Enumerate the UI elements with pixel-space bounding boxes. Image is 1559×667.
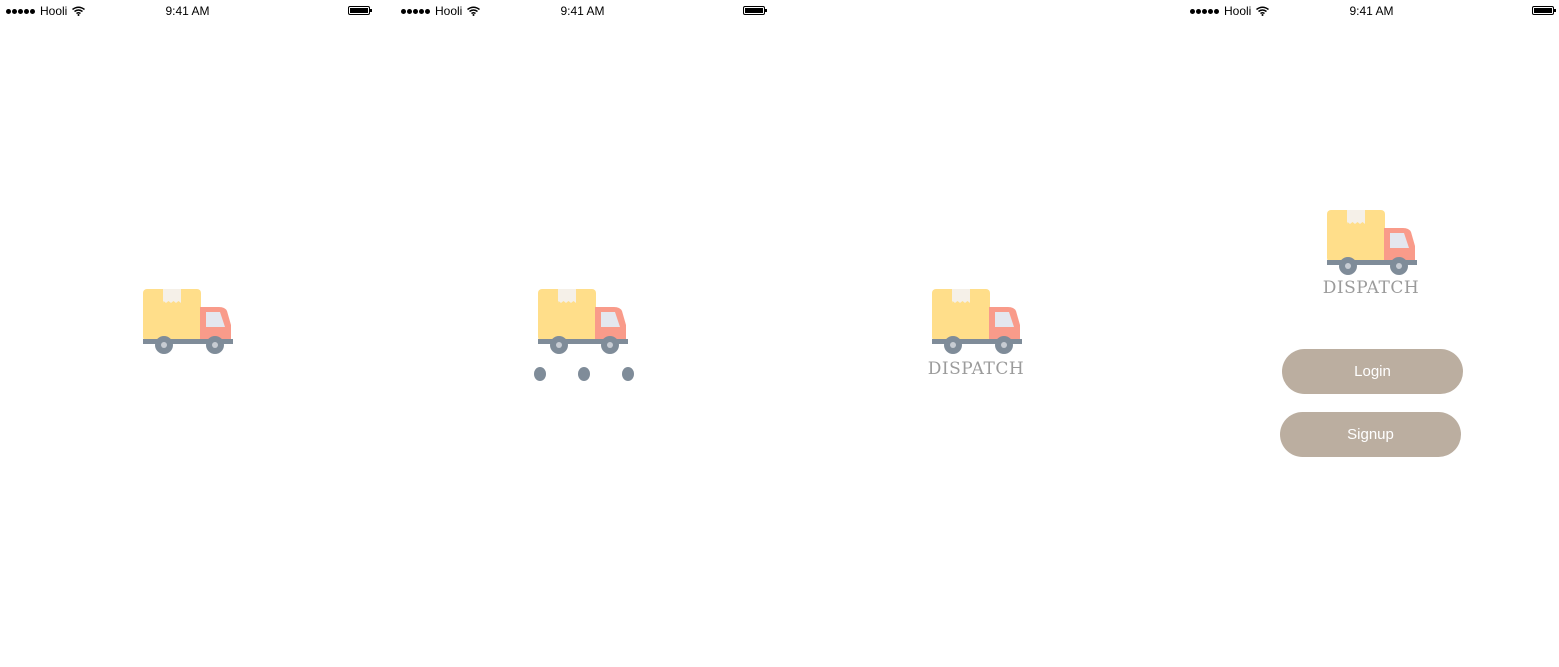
delivery-truck-icon bbox=[932, 289, 1022, 354]
status-bar: Hooli 9:41 AM bbox=[1184, 0, 1559, 22]
loading-dots-icon bbox=[534, 367, 634, 381]
delivery-truck-icon bbox=[1327, 210, 1417, 275]
login-button[interactable]: Login bbox=[1282, 349, 1463, 394]
brand-name: DISPATCH bbox=[927, 359, 1025, 379]
status-time: 9:41 AM bbox=[1349, 4, 1394, 18]
status-bar: Hooli 9:41 AM bbox=[395, 0, 770, 22]
status-bar: Hooli 9:41 AM bbox=[0, 0, 375, 22]
battery-icon bbox=[348, 6, 372, 15]
brand-name: DISPATCH bbox=[1322, 278, 1420, 298]
battery-icon bbox=[743, 6, 767, 15]
delivery-truck-icon bbox=[538, 289, 628, 354]
status-time: 9:41 AM bbox=[165, 4, 210, 18]
splash-screen-2: Hooli 9:41 AM bbox=[395, 0, 770, 667]
splash-screen-3: DISPATCH bbox=[790, 0, 1165, 667]
signup-button[interactable]: Signup bbox=[1280, 412, 1461, 457]
splash-screen-1: Hooli 9:41 AM bbox=[0, 0, 375, 667]
delivery-truck-icon bbox=[143, 289, 233, 354]
welcome-screen: Hooli 9:41 AM DISPATCH Login Signup bbox=[1184, 0, 1559, 667]
status-time: 9:41 AM bbox=[560, 4, 605, 18]
battery-icon bbox=[1532, 6, 1556, 15]
